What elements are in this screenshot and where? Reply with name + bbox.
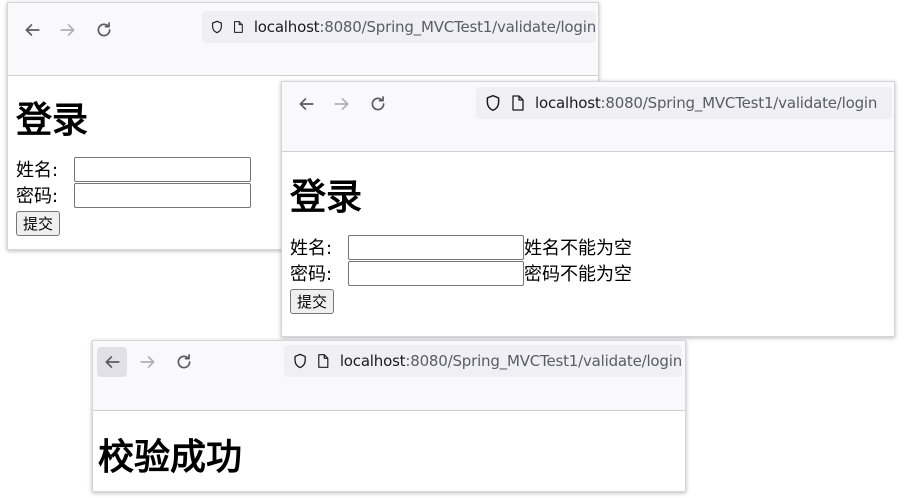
forward-button[interactable] (53, 15, 83, 45)
name-label: 姓名: (290, 238, 333, 259)
page-title: 登录 (290, 177, 363, 218)
url-path: :8080/Spring_MVCTest1/validate/login (405, 352, 682, 370)
name-label: 姓名: (16, 160, 59, 181)
password-row: 密码: 密码不能为空 (290, 260, 894, 286)
password-input[interactable] (74, 182, 251, 208)
tracking-protection-shield-icon[interactable] (292, 352, 308, 370)
password-input[interactable] (348, 260, 524, 286)
submit-button[interactable]: 提交 (290, 289, 335, 314)
name-input[interactable] (74, 156, 251, 182)
page-content: 登录 姓名: 姓名不能为空 密码: 密码不能为空 提交 (290, 152, 894, 314)
tracking-protection-shield-icon[interactable] (484, 94, 502, 112)
back-button[interactable] (17, 15, 47, 45)
page-info-icon[interactable] (317, 353, 330, 369)
reload-button[interactable] (89, 15, 119, 45)
back-button[interactable] (291, 89, 321, 119)
browser-window-validation-errors: localhost:8080/Spring_MVCTest1/validate/… (281, 81, 895, 337)
url-text: localhost:8080/Spring_MVCTest1/validate/… (535, 94, 877, 112)
url-bar[interactable]: localhost:8080/Spring_MVCTest1/validate/… (202, 11, 596, 43)
page-title: 校验成功 (98, 437, 243, 478)
forward-button[interactable] (133, 347, 163, 377)
reload-icon (177, 354, 191, 369)
browser-toolbar: localhost:8080/Spring_MVCTest1/validate/… (8, 3, 598, 76)
tracking-protection-shield-icon[interactable] (210, 18, 224, 36)
back-arrow-icon (299, 98, 314, 110)
url-path: :8080/Spring_MVCTest1/validate/login (600, 94, 878, 112)
forward-arrow-icon (140, 356, 155, 368)
back-arrow-icon (25, 24, 40, 36)
password-label: 密码: (290, 264, 333, 285)
page-info-icon[interactable] (511, 95, 525, 111)
reload-button[interactable] (169, 347, 199, 377)
reload-icon (371, 96, 385, 111)
page-info-icon[interactable] (233, 19, 244, 35)
browser-window-success: localhost:8080/Spring_MVCTest1/validate/… (92, 340, 686, 492)
name-error-message: 姓名不能为空 (524, 238, 632, 259)
reload-button[interactable] (363, 89, 393, 119)
url-text: localhost:8080/Spring_MVCTest1/validate/… (340, 352, 682, 370)
password-error-message: 密码不能为空 (524, 264, 632, 285)
back-arrow-icon (105, 356, 120, 368)
name-row: 姓名: 姓名不能为空 (290, 234, 894, 260)
password-label: 密码: (16, 186, 59, 207)
browser-toolbar: localhost:8080/Spring_MVCTest1/validate/… (282, 82, 894, 152)
url-text: localhost:8080/Spring_MVCTest1/validate/… (254, 18, 596, 36)
name-input[interactable] (348, 234, 524, 260)
forward-arrow-icon (60, 24, 75, 36)
forward-arrow-icon (334, 98, 349, 110)
submit-button[interactable]: 提交 (16, 211, 61, 236)
url-bar[interactable]: localhost:8080/Spring_MVCTest1/validate/… (476, 87, 892, 119)
forward-button[interactable] (327, 89, 357, 119)
url-host: localhost (339, 352, 406, 370)
page-content: 校验成功 (98, 411, 685, 480)
reload-icon (97, 22, 111, 37)
back-button[interactable] (97, 347, 127, 377)
browser-toolbar: localhost:8080/Spring_MVCTest1/validate/… (93, 341, 685, 411)
url-host: localhost (253, 18, 320, 36)
url-host: localhost (535, 94, 601, 112)
url-bar[interactable]: localhost:8080/Spring_MVCTest1/validate/… (284, 345, 682, 377)
url-path: :8080/Spring_MVCTest1/validate/login (319, 18, 596, 36)
